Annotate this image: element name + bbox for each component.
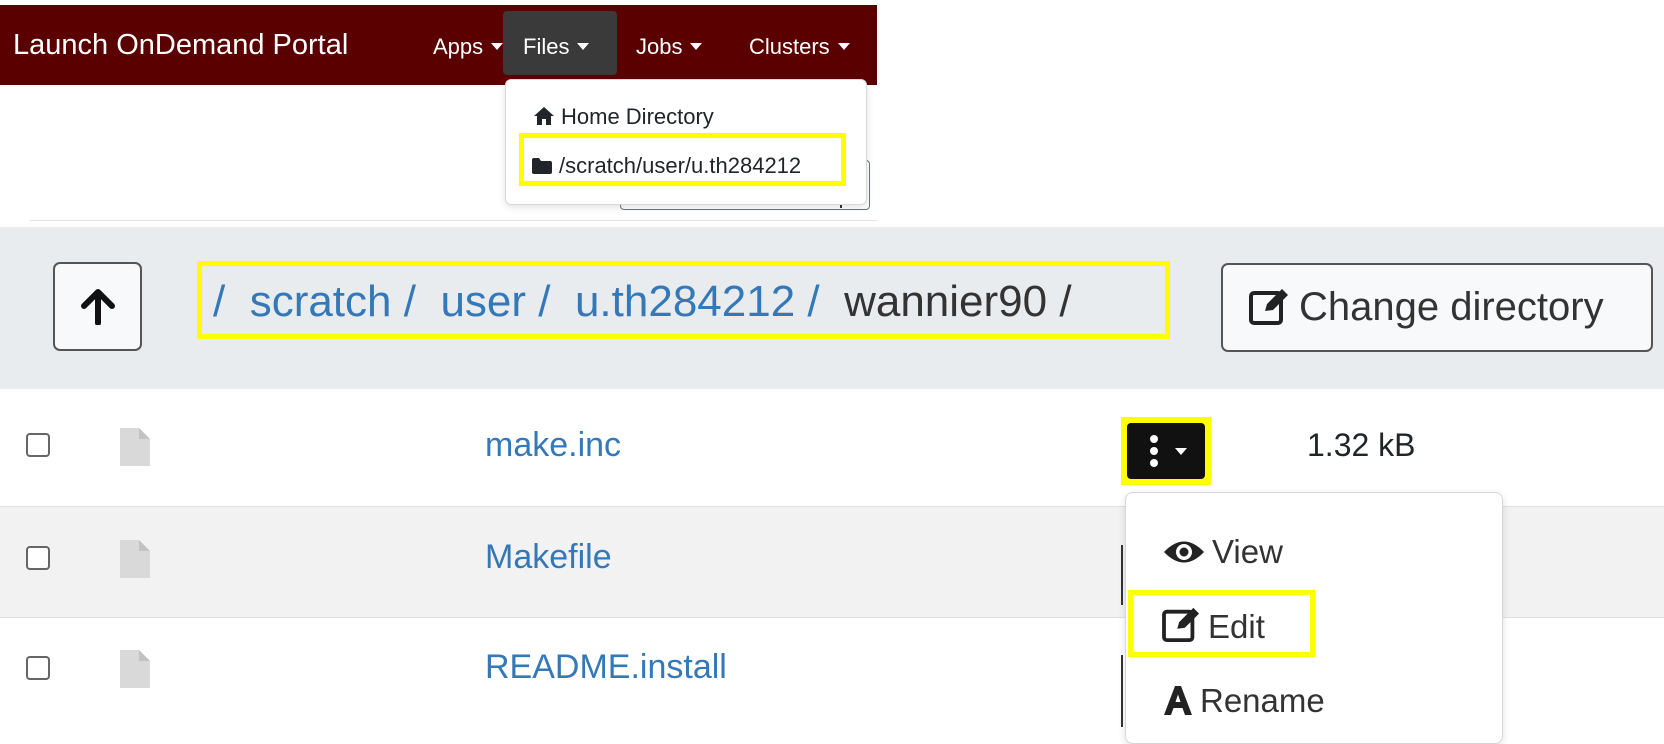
breadcrumb: / scratch / user / u.th284212 / wannier9… [213,276,1072,328]
menu-shadow-edge [1121,655,1123,727]
breadcrumb-item-user[interactable]: user [440,277,526,326]
parent-directory-button[interactable] [53,262,142,351]
breadcrumb-separator: / [807,277,820,326]
row-checkbox[interactable] [26,433,50,457]
breadcrumb-item-user-dir[interactable]: u.th284212 [575,277,795,326]
file-name-link[interactable]: make.inc [485,426,621,465]
file-size: 1.32 kB [1307,427,1416,463]
breadcrumb-current: wannier90 [844,277,1048,326]
breadcrumb-item-scratch[interactable]: scratch [250,277,392,326]
caret-down-icon [577,43,590,51]
file-name-link[interactable]: README.install [485,648,727,687]
nav-clusters-label: Clusters [749,34,830,59]
change-directory-label: Change directory [1299,285,1604,329]
file-icon [120,650,150,688]
breadcrumb-separator: / [403,277,416,326]
eye-icon [1164,541,1204,563]
row-checkbox[interactable] [26,656,50,680]
menu-item-view[interactable]: View [1162,533,1283,571]
highlight-box [519,133,846,186]
row-checkbox[interactable] [26,546,50,570]
file-icon [120,428,150,466]
breadcrumb-separator: / [538,277,551,326]
kebab-dot [1150,435,1158,443]
highlight-box [1128,590,1315,657]
nav-clusters[interactable]: Clusters [749,27,850,67]
file-name-link[interactable]: Makefile [485,538,612,577]
edit-icon [1249,289,1288,325]
nav-apps-label: Apps [433,34,484,59]
breadcrumb-separator: / [1059,277,1072,326]
top-navbar: Launch OnDemand Portal Apps Files Jobs C… [0,5,877,85]
file-icon [120,540,150,578]
caret-down-icon [837,43,850,51]
nav-files-label: Files [523,34,570,59]
caret-down-icon [690,43,703,51]
nav-files[interactable]: Files [523,27,590,67]
caret-down-icon [1175,448,1187,455]
menu-item-label: Home Directory [561,104,714,129]
row-actions-button[interactable] [1127,423,1205,479]
menu-item-label: View [1212,533,1283,570]
kebab-dot [1150,447,1158,455]
menu-item-label: Rename [1200,682,1325,719]
change-directory-button[interactable]: Change directory [1221,263,1653,352]
rename-icon [1164,686,1192,715]
nav-apps[interactable]: Apps [433,27,504,67]
nav-jobs-label: Jobs [636,34,683,59]
breadcrumb-root[interactable]: / [213,277,225,326]
divider [30,220,877,221]
menu-shadow-edge [1121,545,1123,605]
portal-brand[interactable]: Launch OnDemand Portal [13,27,348,63]
menu-item-home-directory[interactable]: Home Directory [533,104,714,130]
nav-jobs[interactable]: Jobs [636,27,703,67]
home-icon [534,107,554,125]
arrow-up-icon [81,289,115,325]
menu-item-rename[interactable]: Rename [1162,682,1325,720]
kebab-dot [1150,459,1158,467]
caret-down-icon [491,43,504,51]
